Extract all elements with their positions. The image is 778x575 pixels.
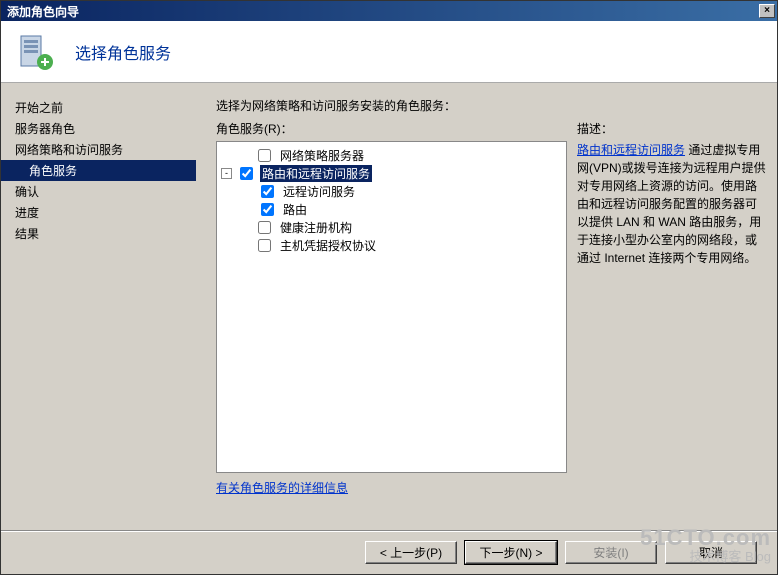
wizard-header: 选择角色服务	[1, 21, 777, 83]
description-title: 描述：	[577, 120, 767, 137]
more-info-link-wrap: 有关角色服务的详细信息	[216, 479, 567, 496]
role-services-tree[interactable]: 网络策略服务器 - 路由和远程访问服务 远程访问服务	[216, 141, 567, 473]
node-label[interactable]: 健康注册机构	[278, 219, 354, 236]
sidebar-item-confirm[interactable]: 确认	[1, 181, 196, 202]
close-button[interactable]: ×	[759, 4, 775, 18]
window-title: 添加角色向导	[7, 3, 79, 20]
sidebar-item-progress[interactable]: 进度	[1, 202, 196, 223]
tree-node[interactable]: 主机凭据授权协议	[221, 236, 562, 254]
tree-node[interactable]: 网络策略服务器	[221, 146, 562, 164]
instruction-text: 选择为网络策略和访问服务安装的角色服务：	[216, 97, 767, 114]
expander-icon	[239, 240, 250, 251]
checkbox[interactable]	[261, 203, 274, 216]
page-title: 选择角色服务	[75, 40, 171, 64]
wizard-footer: < 上一步(P) 下一步(N) > 安装(I) 取消	[1, 531, 777, 573]
node-label[interactable]: 路由和远程访问服务	[260, 165, 372, 182]
titlebar: 添加角色向导 ×	[1, 1, 777, 21]
install-button: 安装(I)	[565, 541, 657, 564]
next-button[interactable]: 下一步(N) >	[465, 541, 557, 564]
sidebar-item-result[interactable]: 结果	[1, 223, 196, 244]
sidebar-item-before[interactable]: 开始之前	[1, 97, 196, 118]
sidebar: 开始之前 服务器角色 网络策略和访问服务 角色服务 确认 进度 结果	[1, 83, 196, 531]
expander-icon	[239, 150, 250, 161]
checkbox[interactable]	[240, 167, 253, 180]
checkbox[interactable]	[261, 185, 274, 198]
cancel-button[interactable]: 取消	[665, 541, 757, 564]
node-label[interactable]: 远程访问服务	[281, 183, 357, 200]
description-body: 路由和远程访问服务 通过虚拟专用网(VPN)或拨号连接为远程用户提供对专用网络上…	[577, 141, 767, 267]
tree-label: 角色服务(R)：	[216, 120, 567, 137]
description-link[interactable]: 路由和远程访问服务	[577, 143, 685, 157]
description-text: 通过虚拟专用网(VPN)或拨号连接为远程用户提供对专用网络上资源的访问。使用路由…	[577, 143, 766, 265]
tree-node[interactable]: - 路由和远程访问服务	[221, 164, 562, 182]
node-label[interactable]: 路由	[281, 201, 309, 218]
more-info-link[interactable]: 有关角色服务的详细信息	[216, 481, 348, 495]
main-panel: 选择为网络策略和访问服务安装的角色服务： 角色服务(R)： 网络策略服务器 -	[196, 83, 777, 531]
checkbox[interactable]	[258, 221, 271, 234]
sidebar-item-npas[interactable]: 网络策略和访问服务	[1, 139, 196, 160]
tree-node[interactable]: 路由	[221, 200, 562, 218]
sidebar-item-server-roles[interactable]: 服务器角色	[1, 118, 196, 139]
previous-button[interactable]: < 上一步(P)	[365, 541, 457, 564]
description-pane: 描述： 路由和远程访问服务 通过虚拟专用网(VPN)或拨号连接为远程用户提供对专…	[577, 120, 767, 521]
node-label[interactable]: 网络策略服务器	[278, 147, 366, 164]
sidebar-item-role-services[interactable]: 角色服务	[1, 160, 196, 181]
expander-icon[interactable]: -	[221, 168, 232, 179]
wizard-body: 开始之前 服务器角色 网络策略和访问服务 角色服务 确认 进度 结果 选择为网络…	[1, 83, 777, 531]
expander-icon	[239, 222, 250, 233]
node-label[interactable]: 主机凭据授权协议	[278, 237, 378, 254]
checkbox[interactable]	[258, 239, 271, 252]
tree-node[interactable]: 健康注册机构	[221, 218, 562, 236]
tree-node[interactable]: 远程访问服务	[221, 182, 562, 200]
wizard-window: 添加角色向导 × 选择角色服务 开始之前 服务器角色 网络策略和访问服务 角色服…	[0, 0, 778, 575]
server-icon	[15, 32, 55, 72]
checkbox[interactable]	[258, 149, 271, 162]
